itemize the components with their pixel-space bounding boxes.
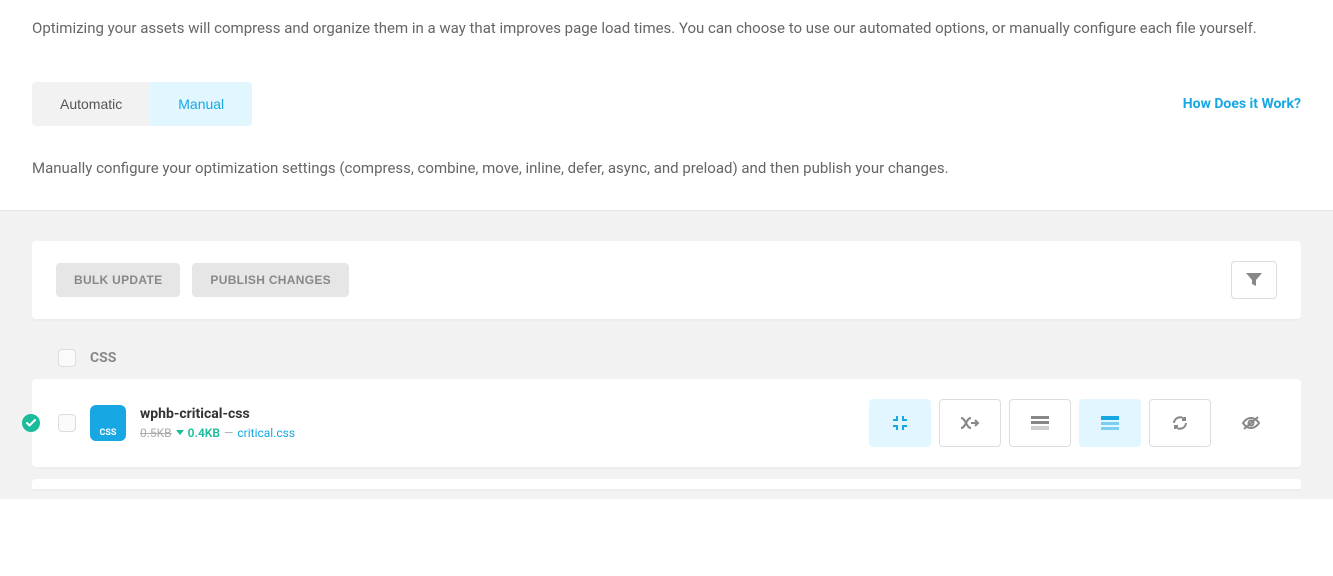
asset-name: wphb-critical-css [140,406,855,422]
group-label-css: CSS [90,350,116,366]
reload-button[interactable] [1149,399,1211,447]
visibility-toggle[interactable] [1225,399,1277,447]
status-indicator [22,414,40,432]
tab-manual[interactable]: Manual [150,82,252,126]
size-original: 0.5KB [140,426,172,440]
publish-changes-button[interactable]: PUBLISH CHANGES [192,263,349,297]
arrow-down-icon [176,430,184,435]
compress-button[interactable] [869,399,931,447]
meta-separator: — [224,426,233,440]
asset-type-badge: CSS [90,405,126,441]
footer-icon [1031,416,1049,430]
group-header-css: CSS [58,349,1301,367]
asset-checkbox[interactable] [58,414,76,432]
size-compressed: 0.4KB [188,426,220,440]
asset-meta: 0.5KB 0.4KB — critical.css [140,426,855,440]
combine-button[interactable] [939,399,1001,447]
combine-icon [960,416,980,430]
checkmark-icon [26,419,36,427]
sub-description: Manually configure your optimization set… [32,156,1301,180]
tab-automatic[interactable]: Automatic [32,82,150,126]
move-footer-button[interactable] [1009,399,1071,447]
filter-button[interactable] [1231,261,1277,299]
inline-button[interactable] [1079,399,1141,447]
eye-off-icon [1241,415,1261,431]
group-checkbox-css[interactable] [58,349,76,367]
toolbar-panel: BULK UPDATE PUBLISH CHANGES [32,241,1301,319]
next-row-placeholder [32,479,1301,489]
intro-text: Optimizing your assets will compress and… [32,16,1301,42]
help-link[interactable]: How Does it Work? [1183,96,1301,112]
reload-icon [1172,415,1188,431]
file-link[interactable]: critical.css [237,426,295,440]
asset-row: CSS wphb-critical-css 0.5KB 0.4KB — crit… [32,379,1301,467]
inline-icon [1101,416,1119,430]
compress-icon [891,414,909,432]
tabs-container: Automatic Manual [32,82,252,126]
bulk-update-button[interactable]: BULK UPDATE [56,263,180,297]
filter-icon [1246,273,1262,287]
